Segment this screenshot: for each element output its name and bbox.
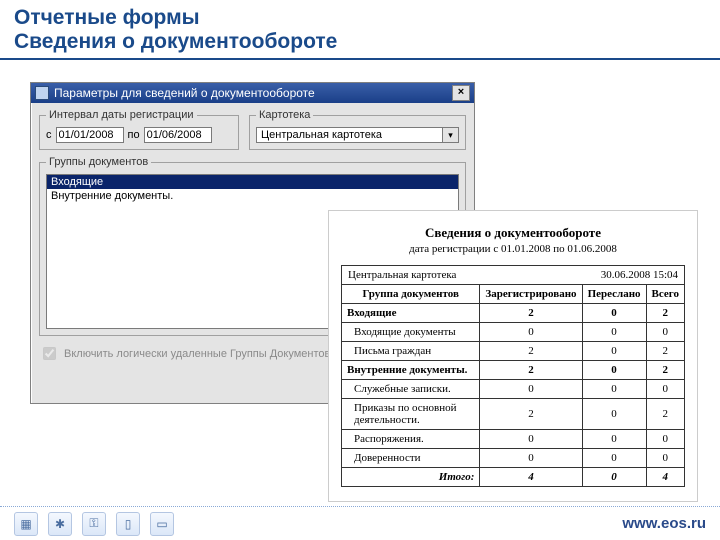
total-value: 0 [582, 468, 646, 487]
report-cardfile: Центральная картотека [342, 266, 462, 284]
row-value: 2 [480, 342, 582, 361]
row-name: Приказы по основной деятельности. [342, 399, 480, 430]
table-header: Зарегистрировано [480, 285, 582, 304]
table-header: Группа документов [342, 285, 480, 304]
cardfile-combo[interactable]: ▾ [256, 127, 459, 143]
row-value: 0 [480, 449, 582, 468]
row-value: 0 [582, 430, 646, 449]
report-table: Группа документовЗарегистрированоПересла… [341, 284, 685, 487]
table-total-row: Итого:404 [342, 468, 685, 487]
list-item[interactable]: Внутренние документы. [47, 189, 458, 203]
footer-icons: ▦ ✱ ⚿ ▯ ▭ [14, 512, 174, 536]
row-value: 0 [582, 449, 646, 468]
row-name: Внутренние документы. [342, 361, 480, 380]
from-label: с [46, 129, 52, 141]
page-title-line1: Отчетные формы [14, 6, 706, 30]
row-name: Служебные записки. [342, 380, 480, 399]
total-value: 4 [480, 468, 582, 487]
footer-icon-folder[interactable]: ▭ [150, 512, 174, 536]
row-value: 0 [582, 380, 646, 399]
row-value: 0 [480, 380, 582, 399]
include-deleted-label: Включить логически удаленные Группы Доку… [64, 348, 330, 360]
row-name: Распоряжения. [342, 430, 480, 449]
table-row: Доверенности000 [342, 449, 685, 468]
include-deleted-checkbox[interactable] [43, 347, 56, 360]
groups-legend: Группы документов [46, 156, 151, 168]
table-row: Распоряжения.000 [342, 430, 685, 449]
footer-bar: ▦ ✱ ⚿ ▯ ▭ www.eos.ru [0, 506, 720, 540]
report-timestamp: 30.06.2008 15:04 [595, 266, 684, 284]
row-name: Доверенности [342, 449, 480, 468]
date-from-input[interactable] [56, 127, 124, 143]
dialog-title: Параметры для сведений о документооборот… [54, 86, 452, 100]
table-row: Внутренние документы.202 [342, 361, 685, 380]
table-row: Входящие202 [342, 304, 685, 323]
row-value: 0 [582, 342, 646, 361]
row-value: 2 [646, 304, 684, 323]
table-row: Приказы по основной деятельности.202 [342, 399, 685, 430]
row-value: 0 [646, 380, 684, 399]
total-label: Итого: [342, 468, 480, 487]
footer-icon-cube[interactable]: ▦ [14, 512, 38, 536]
table-row: Служебные записки.000 [342, 380, 685, 399]
interval-legend: Интервал даты регистрации [46, 109, 197, 121]
report-panel: Сведения о документообороте дата регистр… [328, 210, 698, 502]
page-title-line2: Сведения о документообороте [14, 30, 706, 54]
row-name: Письма граждан [342, 342, 480, 361]
page-header: Отчетные формы Сведения о документооборо… [0, 0, 720, 60]
row-value: 2 [646, 342, 684, 361]
row-value: 2 [646, 399, 684, 430]
row-value: 0 [646, 323, 684, 342]
row-value: 0 [646, 449, 684, 468]
row-value: 0 [582, 323, 646, 342]
row-value: 0 [582, 361, 646, 380]
report-meta: Центральная картотека 30.06.2008 15:04 [341, 265, 685, 285]
dialog-app-icon [35, 86, 49, 100]
row-value: 0 [480, 430, 582, 449]
list-item[interactable]: Входящие [47, 175, 458, 189]
report-subtitle: дата регистрации с 01.01.2008 по 01.06.2… [341, 243, 685, 255]
row-value: 0 [646, 430, 684, 449]
row-value: 2 [480, 304, 582, 323]
row-value: 0 [582, 399, 646, 430]
close-icon[interactable]: × [452, 85, 470, 101]
table-header: Переслано [582, 285, 646, 304]
total-value: 4 [646, 468, 684, 487]
cardfile-legend: Картотека [256, 109, 313, 121]
row-value: 2 [480, 399, 582, 430]
dialog-titlebar: Параметры для сведений о документооборот… [31, 83, 474, 103]
table-row: Письма граждан202 [342, 342, 685, 361]
row-name: Входящие документы [342, 323, 480, 342]
report-title: Сведения о документообороте [341, 225, 685, 241]
footer-icon-key[interactable]: ⚿ [82, 512, 106, 536]
row-value: 0 [582, 304, 646, 323]
chevron-down-icon[interactable]: ▾ [443, 127, 459, 143]
footer-icon-device[interactable]: ▯ [116, 512, 140, 536]
footer-icon-network[interactable]: ✱ [48, 512, 72, 536]
to-label: по [128, 129, 140, 141]
date-to-input[interactable] [144, 127, 212, 143]
table-header: Всего [646, 285, 684, 304]
cardfile-fieldset: Картотека ▾ [249, 109, 466, 150]
row-value: 2 [646, 361, 684, 380]
cardfile-input[interactable] [256, 127, 443, 143]
interval-fieldset: Интервал даты регистрации с по [39, 109, 239, 150]
row-value: 0 [480, 323, 582, 342]
footer-url: www.eos.ru [622, 515, 706, 532]
row-value: 2 [480, 361, 582, 380]
table-row: Входящие документы000 [342, 323, 685, 342]
row-name: Входящие [342, 304, 480, 323]
